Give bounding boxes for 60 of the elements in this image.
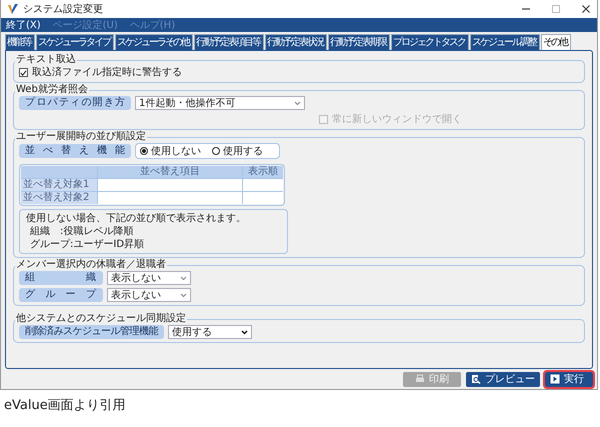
magnifier-page-icon <box>471 374 481 384</box>
table-cell[interactable] <box>243 179 283 191</box>
printer-icon <box>415 374 425 384</box>
dropdown-value: 表示しない <box>111 272 161 285</box>
dropdown[interactable]: 表示しない <box>107 271 191 285</box>
column-header: 表示順 <box>243 166 283 178</box>
chevron-icon <box>180 276 187 280</box>
table-cell[interactable] <box>243 192 283 204</box>
table-cell[interactable] <box>98 179 242 191</box>
field-label: 並べ替え機能 <box>19 144 131 158</box>
tab[interactable]: プロジェクトタスク <box>391 34 469 50</box>
checkbox-label: 常に新しいウィンドウで開く <box>332 113 462 126</box>
dropdown-value: 使用する <box>172 326 212 339</box>
menu-item[interactable]: 終了(X) <box>6 18 41 32</box>
chevron-icon <box>241 330 248 334</box>
window-title: システム設定変更 <box>23 2 103 16</box>
group-title: 他システムとのスケジュール同期設定 <box>15 313 187 325</box>
group-title: メンバー選択内の休職者／退職者 <box>15 259 167 271</box>
tab[interactable]: 行動予定表項目等 <box>194 34 264 50</box>
note-line: グループ:ユーザーID昇順 <box>29 238 146 251</box>
radio-button[interactable] <box>140 147 148 155</box>
group-title: ユーザー展開時の並び順設定 <box>15 131 147 143</box>
group-title: テキスト取込 <box>15 54 77 66</box>
chevron-icon <box>180 292 187 298</box>
action-button[interactable]: プレビュー <box>466 372 540 386</box>
radio-label: 使用する <box>223 144 263 158</box>
radio-label: 使用しない <box>151 144 201 158</box>
caption-text: eValue画面より引用 <box>3 397 127 414</box>
tab[interactable]: 行動予定表期限 <box>328 34 390 50</box>
check-mark-icon <box>7 3 19 15</box>
tab[interactable]: スケジュール調整 <box>470 34 540 50</box>
tab[interactable]: 行動予定表状況 <box>265 34 327 50</box>
field-label: 削除済みスケジュール管理機能 <box>19 325 164 339</box>
tab[interactable]: 機能等 <box>5 34 35 50</box>
dropdown[interactable]: 表示しない <box>107 288 191 302</box>
close-icon[interactable] <box>581 4 591 14</box>
dropdown-value: 1件起動・他操作不可 <box>139 96 236 110</box>
note-line: 組織 :役職レベル降順 <box>29 225 134 238</box>
maximize-icon[interactable] <box>551 4 561 14</box>
field-label: グループ <box>19 288 103 302</box>
dropdown[interactable]: 1件起動・他操作不可 <box>135 96 305 110</box>
dropdown[interactable]: 使用する <box>168 325 252 339</box>
column-header: 並べ替え項目 <box>98 166 242 178</box>
row-header: 並べ替え対象1 <box>21 179 97 191</box>
group-title: Web就労者照会 <box>15 84 89 96</box>
tab[interactable]: スケジューラその他 <box>115 34 193 50</box>
play-icon <box>550 374 560 384</box>
action-button[interactable]: 実行 <box>545 372 593 386</box>
checkbox[interactable] <box>19 68 28 77</box>
field-label: 組織 <box>19 271 103 285</box>
radio-button[interactable] <box>212 147 220 155</box>
dropdown-value: 表示しない <box>111 288 161 302</box>
tab[interactable]: その他 <box>541 34 571 50</box>
note-text: 使用しない場合、下記の並び順で表示されます。 <box>26 212 247 225</box>
checkbox-label: 取込済ファイル指定時に警告する <box>32 66 182 79</box>
table-cell[interactable] <box>98 192 242 204</box>
row-header: 並べ替え対象2 <box>21 192 97 204</box>
field-label: プロパティの開き方 <box>19 96 131 110</box>
tab[interactable]: スケジューラタイプ <box>36 34 114 50</box>
chevron-icon <box>294 100 301 106</box>
